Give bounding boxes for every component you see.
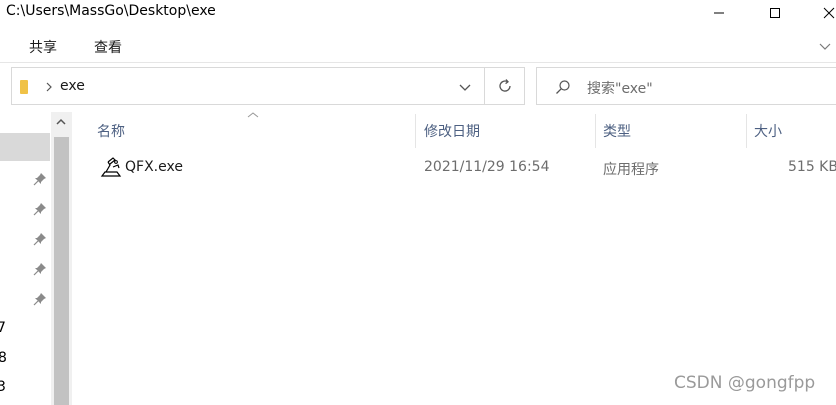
application-icon: [100, 157, 122, 177]
pin-icon[interactable]: [33, 262, 47, 276]
column-divider[interactable]: [595, 114, 596, 148]
file-name[interactable]: QFX.exe: [125, 159, 183, 175]
title-bar: C:\Users\MassGo\Desktop\exe: [0, 0, 836, 26]
pin-icon[interactable]: [33, 172, 47, 186]
pin-icon[interactable]: [33, 202, 47, 216]
address-path-segment[interactable]: exe: [60, 78, 85, 94]
file-type: 应用程序: [603, 162, 659, 178]
chevron-down-icon[interactable]: [818, 39, 832, 53]
maximize-button[interactable]: [752, 0, 798, 26]
scrollbar-thumb[interactable]: [54, 137, 69, 405]
column-header-type[interactable]: 类型: [603, 121, 631, 141]
minimize-button[interactable]: [696, 0, 742, 26]
file-size: 515 KB: [788, 159, 836, 175]
tab-share[interactable]: 共享: [29, 37, 57, 57]
nav-item-fragment[interactable]: 7: [0, 320, 6, 336]
refresh-button[interactable]: [485, 67, 525, 105]
search-icon: [556, 80, 570, 94]
refresh-icon: [498, 79, 511, 92]
pin-icon[interactable]: [33, 292, 47, 306]
column-header-name[interactable]: 名称: [97, 121, 125, 141]
close-icon: [823, 7, 835, 19]
chevron-up-icon[interactable]: [55, 116, 67, 128]
ribbon-tabs: 共享 查看: [0, 26, 836, 63]
watermark: CSDN @gongfpp: [674, 373, 816, 393]
chevron-down-icon[interactable]: [458, 80, 472, 94]
column-divider[interactable]: [415, 114, 416, 148]
window-title: C:\Users\MassGo\Desktop\exe: [6, 3, 216, 19]
pin-icon[interactable]: [33, 232, 47, 246]
minimize-icon: [714, 12, 724, 14]
nav-item-fragment[interactable]: 8: [0, 350, 7, 366]
file-date-modified: 2021/11/29 16:54: [424, 159, 550, 175]
column-divider[interactable]: [746, 114, 747, 148]
chevron-right-icon[interactable]: [44, 80, 54, 94]
tab-view[interactable]: 查看: [94, 37, 122, 57]
close-button[interactable]: [806, 0, 836, 26]
sort-ascending-icon: [247, 112, 259, 118]
nav-selected-item[interactable]: [0, 133, 50, 161]
folder-icon: [20, 80, 28, 94]
maximize-icon: [770, 8, 780, 18]
search-input[interactable]: 搜索"exe": [587, 78, 653, 98]
column-header-date-modified[interactable]: 修改日期: [424, 121, 480, 141]
search-box[interactable]: 搜索"exe": [536, 67, 836, 105]
column-header-size[interactable]: 大小: [754, 121, 782, 141]
nav-item-fragment[interactable]: 3: [0, 379, 6, 395]
address-bar[interactable]: exe: [11, 67, 485, 105]
